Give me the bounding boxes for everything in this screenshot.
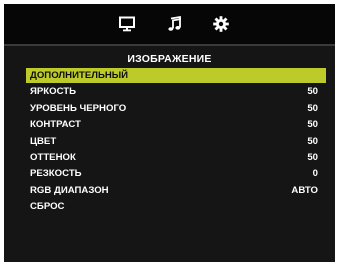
menu-item-advanced[interactable]: ДОПОЛНИТЕЛЬНЫЙ [26,68,326,83]
category-icon-bar [4,4,335,44]
menu-item-label: ОТТЕНОК [30,151,76,163]
menu-item-sharpness[interactable]: РЕЗКОСТЬ 0 [26,166,326,182]
menu-item-value: 50 [307,102,318,114]
monitor-icon[interactable] [118,15,136,33]
menu-item-label: ЦВЕТ [30,135,57,147]
menu-item-value: АВТО [291,184,318,196]
menu-item-tint[interactable]: ОТТЕНОК 50 [26,150,326,166]
menu-list: ДОПОЛНИТЕЛЬНЫЙ ЯРКОСТЬ 50 УРОВЕНЬ ЧЕРНОГ… [26,68,326,216]
menu-item-value: 50 [307,151,318,163]
gear-icon[interactable] [212,15,230,33]
menu-item-black-level[interactable]: УРОВЕНЬ ЧЕРНОГО 50 [26,101,326,117]
menu-item-label: РЕЗКОСТЬ [30,168,82,180]
music-note-icon[interactable] [165,15,183,33]
menu-item-label: RGB ДИАПАЗОН [30,184,109,196]
menu-item-label: УРОВЕНЬ ЧЕРНОГО [30,102,127,114]
menu-item-label: ДОПОЛНИТЕЛЬНЫЙ [30,70,129,81]
osd-menu: ИЗОБРАЖЕНИЕ ДОПОЛНИТЕЛЬНЫЙ ЯРКОСТЬ 50 УР… [4,4,335,262]
menu-item-label: ЯРКОСТЬ [30,86,77,98]
menu-item-contrast[interactable]: КОНТРАСТ 50 [26,117,326,133]
header-divider [4,44,335,46]
menu-item-value: 50 [307,135,318,147]
menu-item-color[interactable]: ЦВЕТ 50 [26,134,326,150]
menu-item-value: 0 [312,168,318,180]
menu-item-value: 50 [307,119,318,131]
menu-item-value: 50 [307,86,318,98]
menu-item-rgb-range[interactable]: RGB ДИАПАЗОН АВТО [26,183,326,199]
menu-item-reset[interactable]: СБРОС [26,199,326,215]
menu-item-label: КОНТРАСТ [30,119,81,131]
menu-title: ИЗОБРАЖЕНИЕ [127,53,212,65]
menu-item-label: СБРОС [30,201,65,213]
menu-item-brightness[interactable]: ЯРКОСТЬ 50 [26,84,326,100]
